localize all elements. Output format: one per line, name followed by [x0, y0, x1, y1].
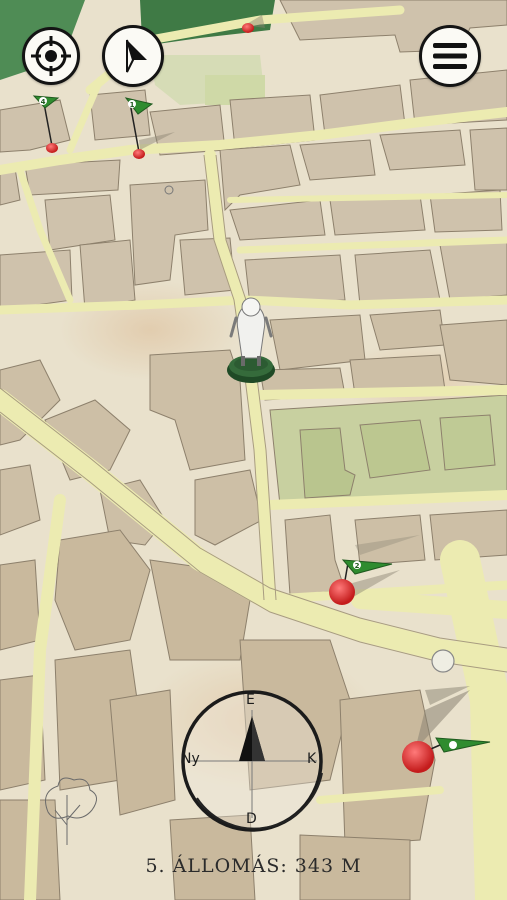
- pin-label: 2: [355, 562, 360, 570]
- menu-button[interactable]: [419, 25, 481, 87]
- compass-west-label: Ny: [181, 751, 200, 767]
- map-roundabout: [431, 649, 455, 673]
- compass-east-label: K: [307, 751, 317, 767]
- compass-south-label: D: [246, 811, 257, 827]
- crosshair-icon: [31, 36, 71, 76]
- recenter-button[interactable]: [22, 27, 80, 85]
- hamburger-menu-icon: [433, 43, 467, 69]
- park-block-right: [269, 394, 507, 506]
- next-station-distance: 5. ÁLLOMÁS: 343 M: [145, 855, 362, 877]
- compass: É Ny K D: [177, 688, 327, 838]
- pin-label: 1: [130, 101, 135, 109]
- pin-label: 4: [41, 98, 46, 106]
- navigate-button[interactable]: [102, 25, 164, 87]
- navigation-arrow-icon: [126, 39, 147, 73]
- compass-north-label: É: [246, 692, 255, 708]
